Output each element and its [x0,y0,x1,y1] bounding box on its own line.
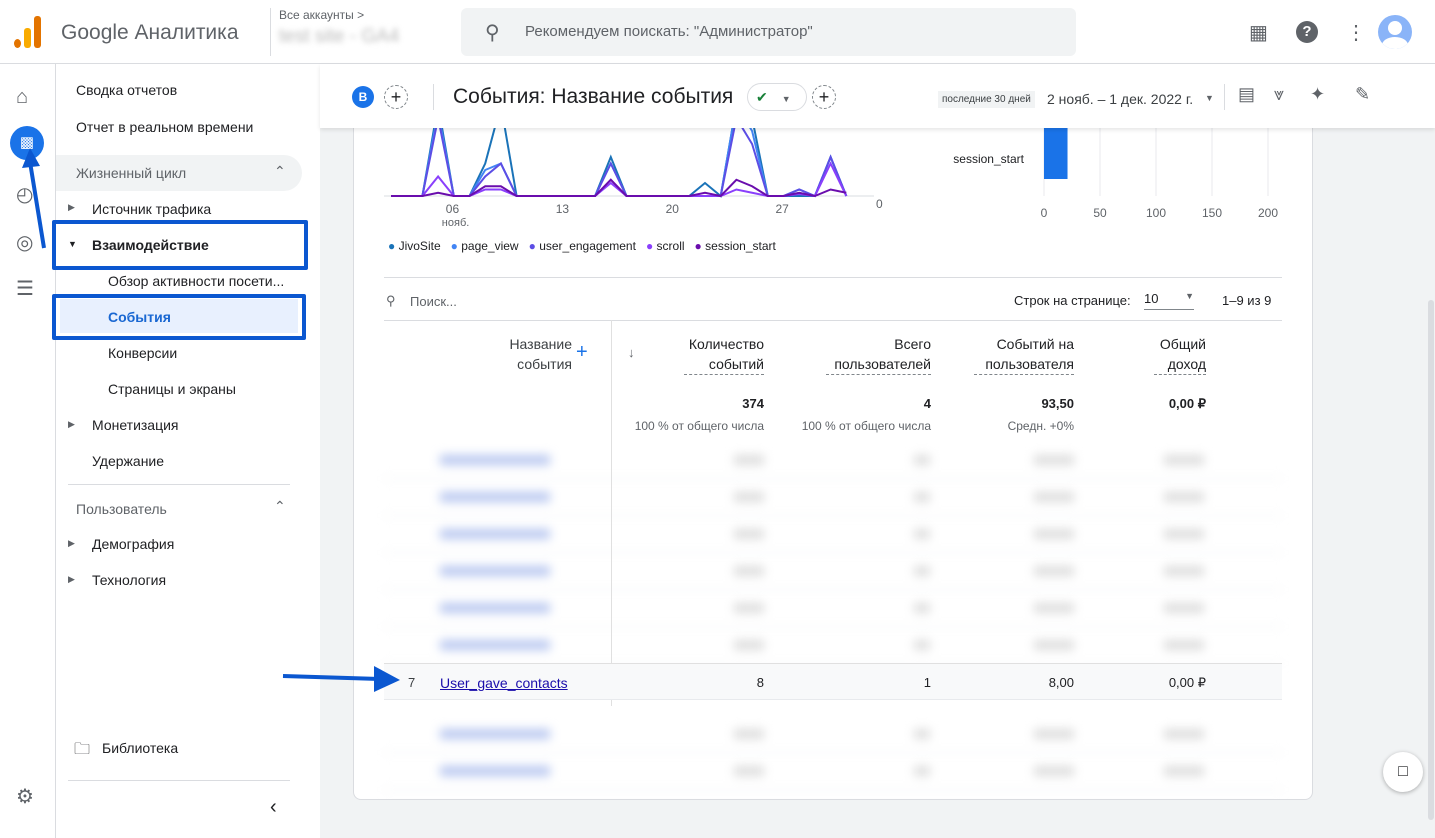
annotation-arrows [22,148,400,692]
arrow-line [282,674,381,681]
arrowhead [374,666,400,692]
arrow-line [28,161,46,249]
arrowhead [22,148,40,168]
